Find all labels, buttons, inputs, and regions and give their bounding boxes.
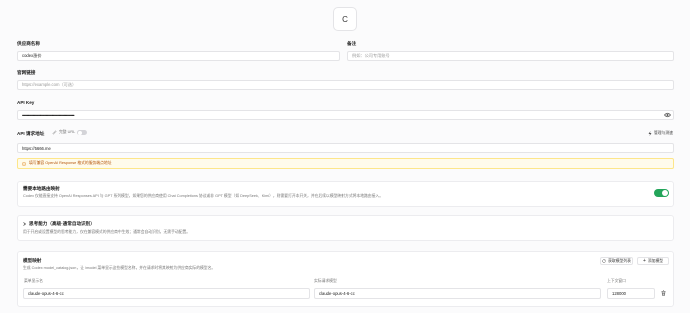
model-mapping-card: 模型映射 生成 Codex model_catalog.json，让 /mode… (17, 251, 674, 307)
actual-model-input[interactable]: claude-opus-4-6-cc (314, 288, 601, 299)
avatar-letter: C (342, 14, 348, 24)
website-input[interactable]: https://example.com（可选） (17, 80, 674, 90)
provider-name-label: 供应商名称 (17, 41, 40, 46)
manage-speedtest-button[interactable]: 管理与测速 (648, 131, 673, 136)
add-model-button[interactable]: + 添加模型 (637, 257, 669, 265)
model-mapping-description: 生成 Codex model_catalog.json，让 /model 菜单显… (23, 266, 216, 270)
manage-speedtest-label: 管理与测速 (654, 131, 673, 135)
endpoint-hint-text: 填写兼容 OpenAI Response 格式的服务端点地址 (29, 161, 112, 165)
plus-icon: + (642, 258, 646, 264)
fetch-models-button[interactable]: 获取模型列表 (600, 257, 633, 265)
eye-icon[interactable] (664, 112, 671, 118)
display-name-input[interactable]: claude-opus-4-6-cc (23, 288, 310, 299)
full-url-toggle[interactable] (77, 130, 88, 135)
provider-name-value: codex涨价 (22, 53, 42, 58)
trash-icon[interactable] (661, 290, 666, 296)
api-endpoint-input[interactable]: https://5666.me (17, 143, 674, 153)
api-key-label: API Key (17, 100, 35, 105)
reasoning-title: 思考能力（高级·通常自动识别） (29, 221, 95, 226)
reasoning-description: 用于开启或设置模型的思考能力，仅在兼容模式的供应商中生效；通常会自动识别，无需手… (23, 230, 191, 234)
full-url-toggle-group: 完整 URL (52, 130, 88, 135)
context-window-value: 128000 (612, 291, 626, 296)
local-routing-title: 需要本地路由映射 (23, 186, 60, 191)
refresh-icon (602, 259, 607, 263)
endpoint-hint-banner: 填写兼容 OpenAI Response 格式的服务端点地址 (17, 158, 674, 169)
column-header-actual: 实际请求模型 (314, 279, 337, 283)
local-routing-description: Codex 仅能直接支持 OpenAI Responses API 与 GPT … (23, 194, 383, 198)
info-icon (22, 161, 26, 166)
lightning-icon (648, 131, 652, 136)
chevron-right-icon (23, 222, 26, 226)
local-routing-toggle[interactable] (654, 189, 669, 197)
note-placeholder: 例如：公司专用账号 (352, 53, 390, 58)
provider-name-input[interactable]: codex涨价 (17, 51, 340, 61)
model-mapping-title: 模型映射 (23, 258, 42, 263)
actual-model-value: claude-opus-4-6-cc (319, 291, 355, 296)
api-key-value: ••••••••••••••••••••••••••••••••••••••••… (22, 112, 75, 118)
note-input[interactable]: 例如：公司专用账号 (347, 51, 674, 61)
column-header-display: 菜单显示名 (24, 279, 43, 283)
website-placeholder: https://example.com（可选） (22, 82, 77, 87)
provider-avatar[interactable]: C (333, 7, 357, 31)
reasoning-card[interactable]: 思考能力（高级·通常自动识别） 用于开启或设置模型的思考能力，仅在兼容模式的供应… (17, 215, 674, 241)
context-window-input[interactable]: 128000 (607, 288, 655, 299)
full-url-label: 完整 URL (59, 130, 76, 134)
fetch-models-label: 获取模型列表 (608, 258, 631, 263)
link-icon (52, 130, 57, 135)
api-endpoint-label: API 请求地址 (17, 131, 45, 136)
display-name-value: claude-opus-4-6-cc (28, 291, 64, 296)
local-routing-card: 需要本地路由映射 Codex 仅能直接支持 OpenAI Responses A… (17, 181, 674, 207)
website-label: 官网链接 (17, 70, 36, 75)
column-header-context: 上下文窗口 (607, 279, 626, 283)
api-key-input[interactable]: ••••••••••••••••••••••••••••••••••••••••… (17, 110, 674, 120)
api-endpoint-value: https://5666.me (22, 145, 51, 151)
add-model-label: 添加模型 (647, 258, 664, 263)
note-label: 备注 (347, 41, 357, 46)
